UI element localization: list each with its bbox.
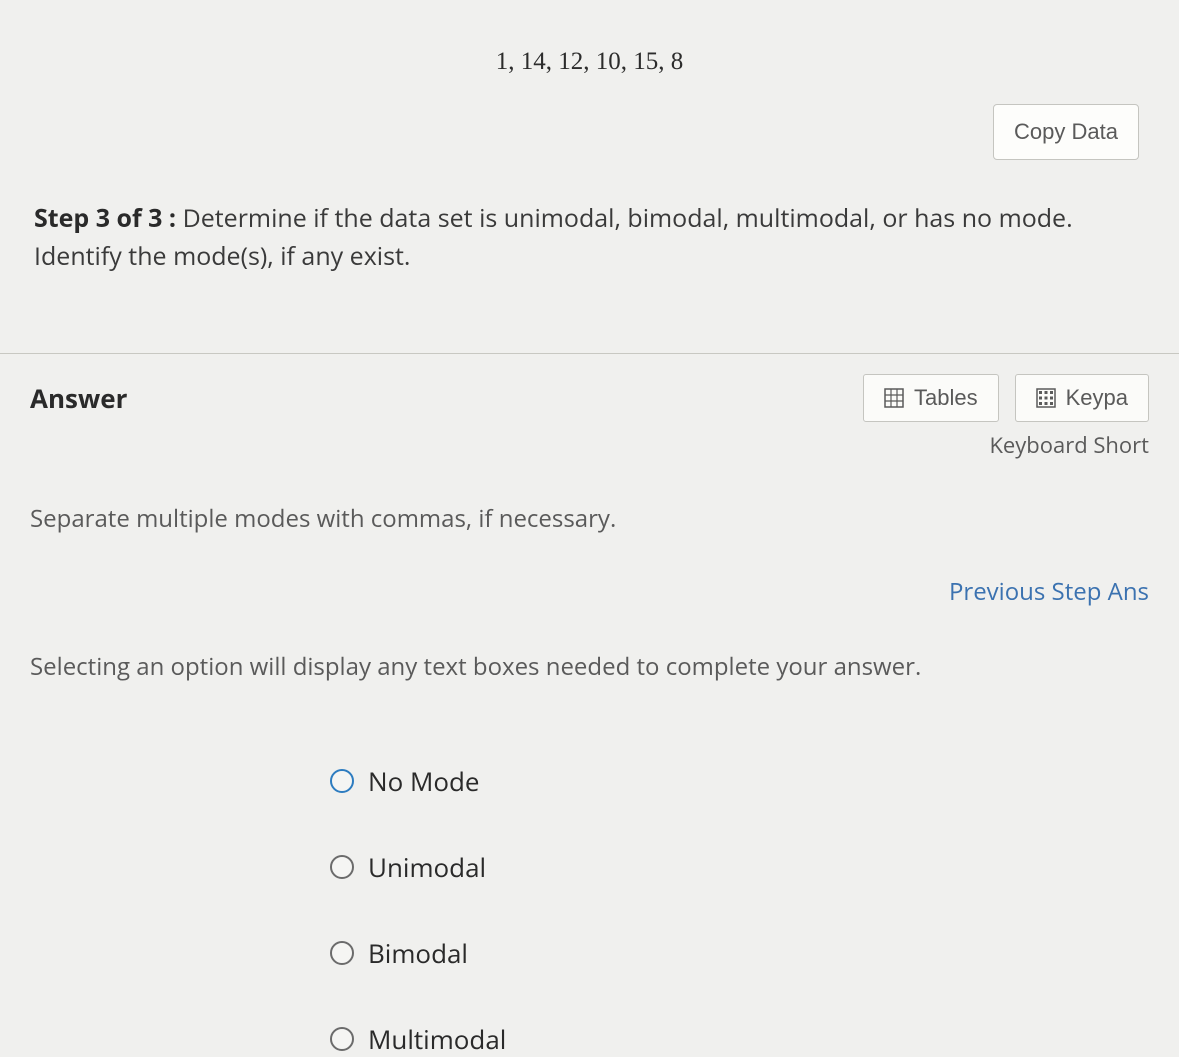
keyboard-shortcut-link[interactable]: Keyboard Short — [30, 430, 1149, 460]
selection-hint: Selecting an option will display any tex… — [30, 650, 1149, 683]
table-icon — [884, 388, 904, 408]
keypad-icon — [1036, 388, 1056, 408]
option-no-mode[interactable]: No Mode — [330, 763, 1149, 799]
option-label: Unimodal — [368, 849, 486, 885]
radio-icon — [330, 1027, 354, 1051]
options-group: No Mode Unimodal Bimodal Multimodal — [30, 763, 1149, 1057]
radio-icon — [330, 941, 354, 965]
radio-icon — [330, 769, 354, 793]
option-bimodal[interactable]: Bimodal — [330, 935, 1149, 971]
step-instruction: Step 3 of 3 : Determine if the data set … — [30, 200, 1149, 275]
option-multimodal[interactable]: Multimodal — [330, 1021, 1149, 1057]
option-label: Bimodal — [368, 935, 468, 971]
option-label: No Mode — [368, 763, 480, 799]
option-unimodal[interactable]: Unimodal — [330, 849, 1149, 885]
keypad-button[interactable]: Keypa — [1015, 374, 1149, 422]
step-question: Determine if the data set is unimodal, b… — [34, 201, 1073, 273]
previous-step-answer-link[interactable]: Previous Step Ans — [30, 575, 1149, 608]
keypad-button-label: Keypa — [1066, 385, 1128, 411]
step-label: Step 3 of 3 : — [34, 201, 176, 235]
tables-button-label: Tables — [914, 385, 978, 411]
radio-icon — [330, 855, 354, 879]
answer-heading: Answer — [30, 380, 127, 416]
data-values: 1, 14, 12, 10, 15, 8 — [30, 48, 1149, 76]
tables-button[interactable]: Tables — [863, 374, 999, 422]
option-label: Multimodal — [368, 1021, 506, 1057]
copy-data-button[interactable]: Copy Data — [993, 104, 1139, 160]
mode-input-hint: Separate multiple modes with commas, if … — [30, 502, 1149, 535]
